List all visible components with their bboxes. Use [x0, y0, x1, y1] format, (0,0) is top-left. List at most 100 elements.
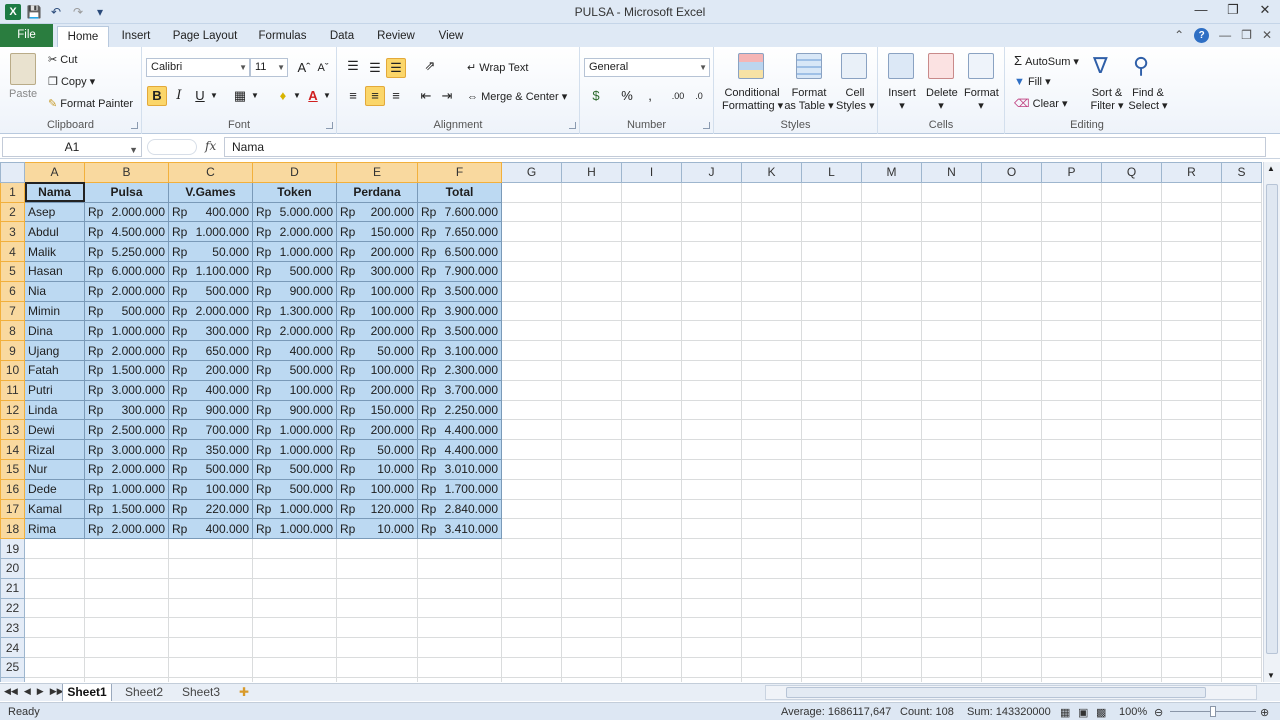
empty-cell[interactable]: [1161, 557, 1222, 579]
empty-cell[interactable]: [621, 241, 682, 262]
column-header-h[interactable]: H: [561, 162, 622, 183]
data-cell[interactable]: Rp 5.000.000: [252, 201, 337, 223]
empty-cell[interactable]: [921, 439, 982, 460]
data-cell[interactable]: Rp 200.000: [168, 359, 253, 381]
empty-cell[interactable]: [621, 260, 682, 282]
empty-cell[interactable]: [1161, 340, 1222, 361]
empty-cell[interactable]: [861, 617, 922, 639]
empty-cell[interactable]: [1161, 260, 1222, 282]
data-cell[interactable]: Rp 4.500.000: [84, 221, 169, 243]
empty-cell[interactable]: [801, 201, 862, 223]
worksheet-grid[interactable]: ABCDEFGHIJKLMNOPQRS 1 Nama Pulsa V.Games Tok…: [0, 162, 1262, 682]
empty-cell[interactable]: [1161, 597, 1222, 619]
data-cell[interactable]: Rp 300.000: [84, 399, 169, 421]
empty-cell[interactable]: [921, 557, 982, 579]
empty-cell[interactable]: [1041, 439, 1102, 460]
empty-cell[interactable]: [501, 221, 562, 243]
empty-cell[interactable]: [921, 419, 982, 441]
data-cell[interactable]: Rp 200.000: [336, 320, 418, 342]
empty-cell[interactable]: [24, 676, 85, 682]
empty-cell[interactable]: [84, 656, 169, 678]
data-cell[interactable]: Rp 120.000: [336, 498, 418, 520]
empty-cell[interactable]: [1101, 637, 1162, 658]
cell-styles-icon[interactable]: [841, 53, 867, 79]
empty-cell[interactable]: [1161, 656, 1222, 678]
empty-cell[interactable]: [681, 340, 742, 361]
empty-cell[interactable]: [336, 656, 418, 678]
data-cell[interactable]: Rp 500.000: [84, 300, 169, 322]
data-cell[interactable]: Rp 1.000.000: [252, 241, 337, 262]
empty-cell[interactable]: [501, 419, 562, 441]
delete-cells-button[interactable]: Delete ▾: [926, 87, 958, 113]
empty-cell[interactable]: [801, 300, 862, 322]
empty-cell[interactable]: [981, 300, 1042, 322]
empty-cell[interactable]: [84, 557, 169, 579]
empty-cell[interactable]: [921, 359, 982, 381]
empty-cell[interactable]: [621, 617, 682, 639]
data-cell[interactable]: Rp 500.000: [168, 280, 253, 302]
tab-formulas[interactable]: Formulas: [255, 26, 310, 47]
data-cell[interactable]: Abdul: [24, 221, 85, 243]
data-cell[interactable]: Rp 3.000.000: [84, 379, 169, 401]
empty-cell[interactable]: [801, 637, 862, 658]
empty-cell[interactable]: [1221, 518, 1262, 540]
empty-cell[interactable]: [801, 419, 862, 441]
data-cell[interactable]: Rp 2.300.000: [417, 359, 502, 381]
data-cell[interactable]: Rp 1.000.000: [84, 478, 169, 500]
header-cell[interactable]: Token: [252, 181, 337, 203]
empty-cell[interactable]: [1221, 538, 1262, 559]
empty-cell[interactable]: [252, 637, 337, 658]
empty-cell[interactable]: [1041, 557, 1102, 579]
row-header[interactable]: 8: [0, 320, 25, 342]
empty-cell[interactable]: [1221, 340, 1262, 361]
empty-cell[interactable]: [861, 577, 922, 599]
empty-cell[interactable]: [336, 617, 418, 639]
empty-cell[interactable]: [1161, 280, 1222, 302]
empty-cell[interactable]: [561, 241, 622, 262]
empty-cell[interactable]: [681, 557, 742, 579]
empty-cell[interactable]: [681, 597, 742, 619]
empty-cell[interactable]: [561, 379, 622, 401]
empty-cell[interactable]: [861, 637, 922, 658]
empty-cell[interactable]: [501, 379, 562, 401]
empty-cell[interactable]: [681, 300, 742, 322]
empty-cell[interactable]: [501, 458, 562, 480]
decrease-indent-icon[interactable]: ⇤: [416, 86, 436, 106]
row-header[interactable]: 16: [0, 478, 25, 500]
header-cell[interactable]: Pulsa: [84, 181, 169, 203]
empty-cell[interactable]: [861, 538, 922, 559]
sheet-tab-sheet3[interactable]: Sheet3: [176, 684, 226, 701]
data-cell[interactable]: Rp 400.000: [168, 201, 253, 223]
empty-cell[interactable]: [1161, 399, 1222, 421]
empty-cell[interactable]: [1041, 340, 1102, 361]
data-cell[interactable]: Nia: [24, 280, 85, 302]
empty-cell[interactable]: [1221, 478, 1262, 500]
find-select-icon[interactable]: ⚲: [1133, 53, 1159, 83]
empty-cell[interactable]: [1101, 359, 1162, 381]
empty-cell[interactable]: [336, 557, 418, 579]
empty-cell[interactable]: [801, 656, 862, 678]
empty-cell[interactable]: [1161, 379, 1222, 401]
data-cell[interactable]: Rp 500.000: [252, 458, 337, 480]
font-name-select[interactable]: Calibri ▼: [146, 58, 250, 77]
decrease-decimal-icon[interactable]: .0: [689, 86, 709, 106]
empty-cell[interactable]: [681, 617, 742, 639]
empty-cell[interactable]: [621, 300, 682, 322]
empty-cell[interactable]: [981, 201, 1042, 223]
data-cell[interactable]: Fatah: [24, 359, 85, 381]
empty-cell[interactable]: [1101, 518, 1162, 540]
empty-cell[interactable]: [741, 399, 802, 421]
page-break-view-icon[interactable]: ▩: [1096, 706, 1106, 719]
empty-cell[interactable]: [741, 260, 802, 282]
empty-cell[interactable]: [681, 478, 742, 500]
empty-cell[interactable]: [981, 617, 1042, 639]
empty-cell[interactable]: [168, 676, 253, 682]
data-cell[interactable]: Rp 200.000: [336, 419, 418, 441]
empty-cell[interactable]: [1041, 538, 1102, 559]
data-cell[interactable]: Rp 700.000: [168, 419, 253, 441]
data-cell[interactable]: Rp 400.000: [168, 379, 253, 401]
empty-cell[interactable]: [921, 676, 982, 682]
empty-cell[interactable]: [1101, 320, 1162, 342]
empty-cell[interactable]: [621, 637, 682, 658]
empty-cell[interactable]: [621, 478, 682, 500]
